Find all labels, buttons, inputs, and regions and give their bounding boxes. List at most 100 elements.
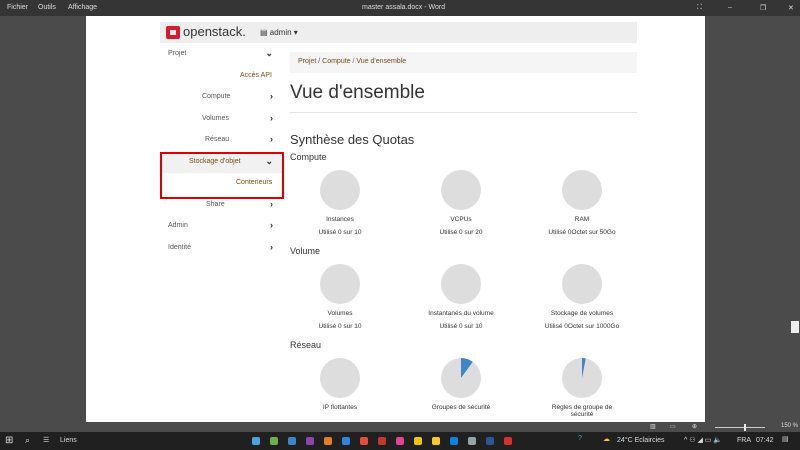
pie-chart [441, 358, 481, 398]
quota-pie: Règles de groupe de sécurité [542, 357, 622, 422]
quota-label: RAM [574, 216, 590, 223]
project-name: admin [269, 28, 292, 37]
document-page: openstack. ▤ admin ▾ Projet ⌄ Accès API Com… [86, 16, 705, 422]
pie-chart [320, 170, 360, 210]
taskbar: ⊞ ⌕ ☰ Liens ? ☁ 24°C Eclaircies ^ ⚇ ◢ ▭ … [0, 432, 800, 450]
chevron-right-icon[interactable]: › [270, 220, 273, 230]
taskbar-app-icon[interactable] [378, 437, 386, 445]
sidebar-item[interactable]: Accès API [160, 66, 283, 87]
pie-background [441, 264, 481, 304]
quota-usage: Utilisé 0Octet sur 1000Go [544, 323, 620, 330]
section-heading: Volume [290, 246, 321, 256]
sidebar-item[interactable]: Admin › [160, 216, 283, 237]
page-title: Vue d'ensemble [290, 82, 425, 103]
tray-icons[interactable]: ^ ⚇ ◢ ▭ 🔈 [684, 436, 722, 444]
openstack-logo-text: openstack. [183, 24, 246, 39]
pie-chart [562, 170, 602, 210]
sidebar-item-label: Admin [168, 222, 188, 229]
weather-icon: ☁ [603, 436, 610, 443]
quota-pie: Volumes Utilisé 0 sur 10 [300, 263, 380, 330]
quota-label: IP flottantes [322, 404, 358, 411]
quota-pie: RAM Utilisé 0Octet sur 50Go [542, 169, 622, 236]
quota-pie: Stockage de volumes Utilisé 0Octet sur 10… [542, 263, 622, 330]
taskbar-app-icon[interactable] [396, 437, 404, 445]
web-layout-icon[interactable]: ⊕ [692, 423, 697, 430]
quota-pie: Instances Utilisé 0 sur 10 [300, 169, 380, 236]
pie-background [562, 264, 602, 304]
taskbar-app-icon[interactable] [450, 437, 458, 445]
sidebar-item[interactable]: Compute › [160, 87, 283, 108]
menu-outils[interactable]: Outils [38, 4, 56, 11]
task-view-icon[interactable]: ☰ [43, 436, 49, 444]
menu-fichier[interactable]: Fichier [7, 4, 28, 11]
zoom-level[interactable]: 150 % [781, 423, 798, 429]
quota-pie: IP flottantes [300, 357, 380, 417]
section-heading: Compute [290, 152, 327, 162]
focus-icon[interactable]: ⛶ [697, 4, 702, 12]
breadcrumb-compute[interactable]: Compute [322, 58, 350, 65]
sidebar-item[interactable]: Réseau › [160, 130, 283, 151]
sidebar-item-label: Identité [168, 243, 191, 251]
vertical-scrollbar[interactable] [790, 16, 800, 422]
taskbar-app-icon[interactable] [360, 437, 368, 445]
pie-chart [320, 264, 360, 304]
chevron-right-icon[interactable]: › [270, 134, 273, 144]
taskbar-app-icon[interactable] [306, 437, 314, 445]
help-icon[interactable]: ? [578, 435, 582, 442]
sidebar-item-label: Réseau [205, 136, 230, 143]
section-heading: Réseau [290, 340, 322, 350]
quota-label: VCPUs [450, 216, 472, 223]
minimize-button[interactable]: – [728, 4, 732, 11]
taskbar-app-icon[interactable] [468, 437, 476, 445]
taskbar-app-icon[interactable] [324, 437, 332, 445]
breadcrumb-projet[interactable]: Projet [298, 58, 316, 65]
clock[interactable]: 07:42 [756, 437, 774, 444]
taskbar-app-icon[interactable] [432, 437, 440, 445]
breadcrumb: Projet / Compute / Vue d'ensemble [290, 52, 637, 73]
chevron-right-icon[interactable]: › [270, 113, 273, 123]
openstack-header: openstack. ▤ admin ▾ [160, 22, 637, 43]
chevron-down-icon[interactable]: ⌄ [265, 48, 273, 59]
scrollbar-thumb[interactable] [791, 321, 799, 333]
links-toolbar[interactable]: Liens [60, 437, 77, 444]
taskbar-app-icon[interactable] [270, 437, 278, 445]
taskbar-app-icon[interactable] [288, 437, 296, 445]
taskbar-app-icon[interactable] [504, 437, 512, 445]
sidebar-item-label: Projet [168, 50, 187, 57]
quota-pie: Groupes de sécurité [421, 357, 501, 417]
taskbar-app-icon[interactable] [486, 437, 494, 445]
close-button[interactable]: ✕ [788, 4, 794, 12]
window-title: master assala.docx - Word [362, 4, 446, 11]
quota-usage: Utilisé 0 sur 10 [439, 323, 483, 330]
taskbar-app-icon[interactable] [252, 437, 260, 445]
pie-background [320, 170, 360, 210]
notification-icon[interactable]: ▤ [782, 435, 789, 443]
print-layout-icon[interactable]: ▭ [670, 423, 676, 430]
zoom-slider[interactable] [715, 427, 765, 428]
chevron-right-icon[interactable]: › [270, 91, 273, 101]
taskbar-app-icon[interactable] [342, 437, 350, 445]
chevron-right-icon[interactable]: › [270, 199, 273, 209]
taskbar-app-icon[interactable] [414, 437, 422, 445]
search-icon[interactable]: ⌕ [25, 435, 30, 446]
quota-usage: Utilisé 0 sur 10 [318, 323, 362, 330]
breadcrumb-current: Vue d'ensemble [356, 58, 407, 65]
sidebar-item-label: Volumes [202, 114, 229, 122]
chevron-right-icon[interactable]: › [270, 242, 273, 252]
menu-affichage[interactable]: Affichage [68, 4, 97, 11]
quota-label: Règles de groupe de sécurité [551, 404, 613, 418]
sidebar-item[interactable]: Identité › [160, 238, 283, 259]
sidebar-item-label: Compute [202, 93, 231, 100]
word-title-bar: Fichier Outils Affichage master assala.d… [0, 0, 800, 16]
zoom-slider-thumb[interactable] [744, 424, 746, 431]
quota-label: Volumes [327, 310, 353, 317]
weather-text[interactable]: 24°C Eclaircies [617, 437, 665, 444]
sidebar-item[interactable]: Projet ⌄ [160, 44, 283, 65]
quota-label: Stockage de volumes [550, 310, 614, 317]
sidebar-item[interactable]: Volumes › [160, 109, 283, 130]
language[interactable]: FRA [737, 437, 751, 444]
project-selector[interactable]: ▤ admin ▾ [260, 28, 298, 37]
read-mode-icon[interactable]: ▥ [650, 423, 656, 430]
windows-start-icon[interactable]: ⊞ [5, 435, 13, 446]
restore-button[interactable]: ❐ [760, 4, 766, 12]
